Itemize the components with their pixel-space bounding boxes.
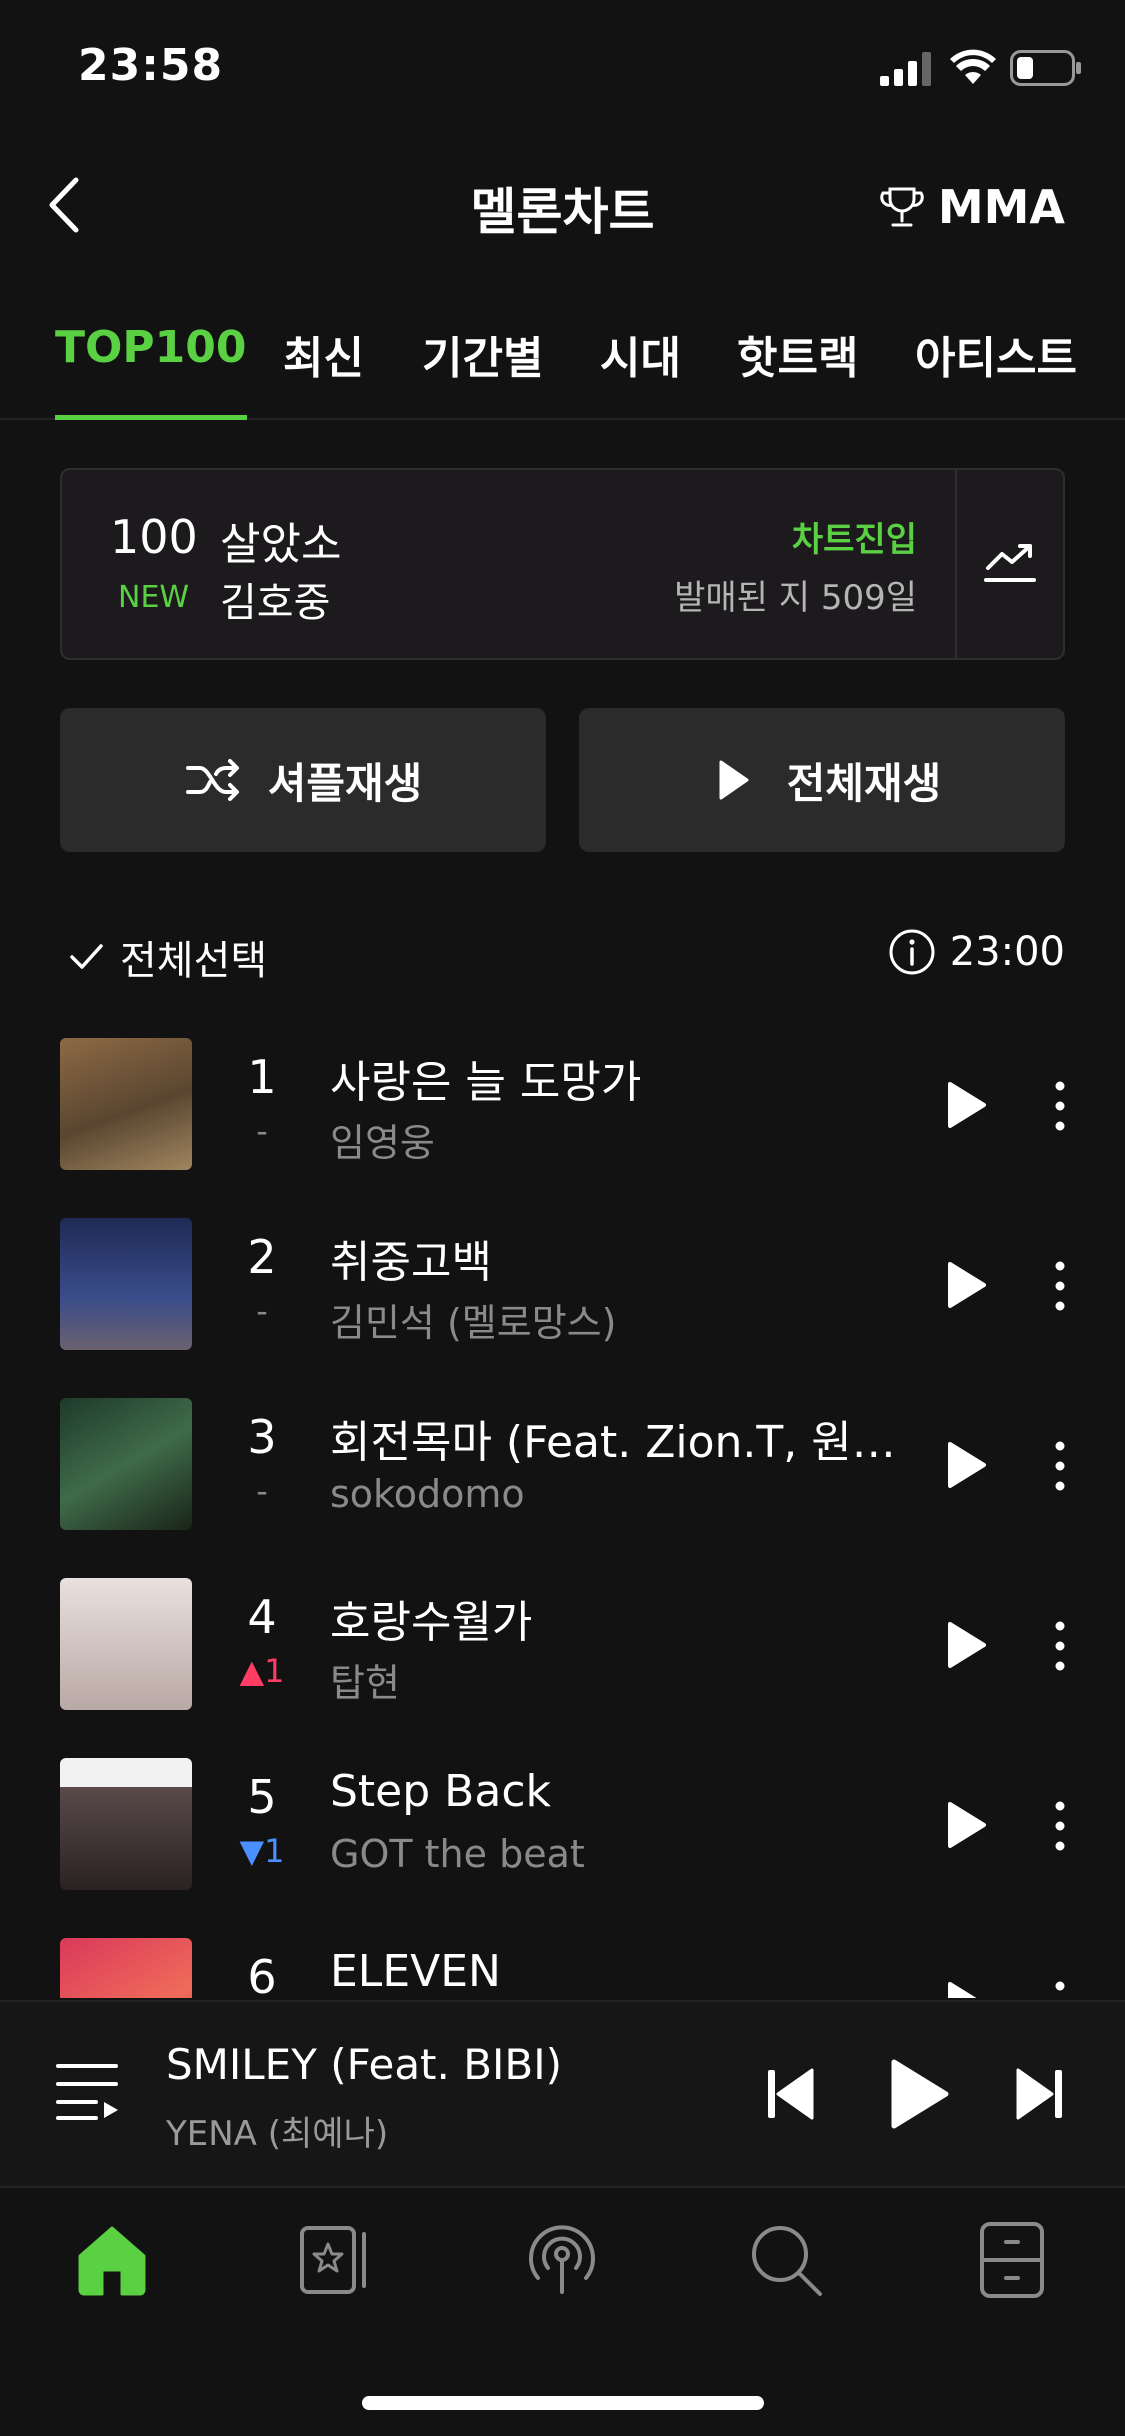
album-cover[interactable] — [60, 1938, 192, 1998]
more-options-icon[interactable] — [1046, 1436, 1074, 1496]
library-icon[interactable] — [972, 2220, 1052, 2300]
rank-number: 6 — [247, 1950, 277, 1998]
new-entry-rank: 100 — [110, 510, 198, 564]
rank-change: - — [256, 1292, 268, 1330]
now-playing-title: SMILEY (Feat. BIBI) — [166, 2040, 563, 2089]
mini-player[interactable]: SMILEY (Feat. BIBI) YENA (최예나) — [0, 2000, 1125, 2188]
song-title[interactable]: 취중고백 — [330, 1226, 900, 1290]
play-icon[interactable] — [944, 1080, 988, 1130]
status-bar: 23:58 — [0, 0, 1125, 135]
rank-number: 1 — [247, 1050, 277, 1104]
my-music-icon[interactable] — [296, 2220, 376, 2300]
album-cover[interactable] — [60, 1578, 192, 1710]
tab-period[interactable]: 기간별 — [422, 322, 543, 420]
chart-tabs: TOP100 최신 기간별 시대 핫트랙 아티스트 — [0, 300, 1125, 420]
album-cover[interactable] — [60, 1038, 192, 1170]
trophy-icon — [880, 187, 924, 227]
song-title[interactable]: 사랑은 늘 도망가 — [330, 1046, 900, 1110]
more-options-icon[interactable] — [1046, 1256, 1074, 1316]
play-icon[interactable] — [944, 1980, 988, 1998]
podcast-icon[interactable] — [522, 2220, 602, 2300]
trend-chart-icon[interactable] — [982, 534, 1038, 590]
now-playing-artist: YENA (최예나) — [166, 2114, 389, 2154]
rank-change: - — [256, 1472, 268, 1510]
play-icon[interactable] — [944, 1440, 988, 1490]
selection-bar: 전체선택 23:00 — [0, 920, 1125, 1000]
select-all-label: 전체선택 — [120, 938, 268, 984]
shuffle-play-button[interactable]: 셔플재생 — [60, 708, 546, 852]
play-icon[interactable] — [944, 1620, 988, 1670]
card-divider — [955, 470, 957, 658]
rank-change: ▼1 — [239, 1832, 285, 1870]
song-title[interactable]: ELEVEN — [330, 1946, 900, 1997]
play-icon[interactable] — [944, 1260, 988, 1310]
mma-label: MMA — [937, 180, 1065, 234]
update-time-label: 23:00 — [949, 929, 1065, 975]
tab-top100[interactable]: TOP100 — [55, 322, 247, 420]
chart-list: 1 - 사랑은 늘 도망가 임영웅 2 - 취중고백 김민석 (멜로망스) 3 - 회전목마 (Fe… — [0, 1036, 1125, 1998]
rank-change: ▲1 — [239, 1652, 285, 1690]
rank-number: 4 — [247, 1590, 277, 1644]
play-pause-icon[interactable] — [888, 2058, 950, 2130]
new-entry-song: 살았소 — [220, 519, 342, 570]
tab-hot-track[interactable]: 핫트랙 — [737, 322, 858, 420]
battery-icon — [1010, 50, 1081, 86]
song-artist[interactable]: GOT the beat — [330, 1832, 585, 1876]
album-cover[interactable] — [60, 1218, 192, 1350]
play-icon — [719, 760, 749, 800]
home-icon[interactable] — [72, 2220, 152, 2300]
shuffle-icon — [185, 759, 239, 801]
tab-artist[interactable]: 아티스트 — [915, 322, 1077, 420]
release-days: 발매된 지 509일 — [674, 578, 917, 618]
chart-row[interactable]: 3 - 회전목마 (Feat. Zion.T, 원슈… sokodomo — [0, 1396, 1125, 1576]
chart-row[interactable]: 5 ▼1 Step Back GOT the beat — [0, 1756, 1125, 1936]
rank-change: - — [256, 1112, 268, 1150]
chart-update-time[interactable]: 23:00 — [888, 928, 1065, 976]
play-all-label: 전체재생 — [786, 758, 942, 808]
info-icon — [889, 929, 935, 975]
rank-number: 2 — [247, 1230, 277, 1284]
wifi-icon — [950, 49, 996, 84]
select-all-button[interactable]: 전체선택 — [66, 928, 267, 986]
play-all-button[interactable]: 전체재생 — [579, 708, 1065, 852]
play-icon[interactable] — [944, 1800, 988, 1850]
bottom-navigation — [0, 2190, 1125, 2436]
more-options-icon[interactable] — [1046, 1076, 1074, 1136]
song-title[interactable]: 회전목마 (Feat. Zion.T, 원슈… — [330, 1406, 900, 1470]
song-title[interactable]: Step Back — [330, 1766, 900, 1817]
mma-button[interactable]: MMA — [880, 180, 1065, 234]
cellular-signal-icon — [880, 52, 931, 86]
previous-track-icon[interactable] — [766, 2066, 816, 2122]
playlist-queue-icon[interactable] — [56, 2062, 122, 2122]
checkmark-icon — [70, 944, 103, 969]
chart-row[interactable]: 6 ELEVEN — [0, 1936, 1125, 1998]
status-time: 23:58 — [78, 40, 224, 91]
new-badge: NEW — [118, 580, 190, 615]
header: 멜론차트 MMA — [0, 150, 1125, 260]
new-entry-artist: 김호중 — [220, 580, 331, 626]
shuffle-label: 셔플재생 — [267, 758, 423, 808]
more-options-icon[interactable] — [1046, 1796, 1074, 1856]
song-artist[interactable]: 탑현 — [330, 1652, 400, 1707]
tab-era[interactable]: 시대 — [600, 322, 681, 420]
chart-row[interactable]: 1 - 사랑은 늘 도망가 임영웅 — [0, 1036, 1125, 1216]
song-title[interactable]: 호랑수월가 — [330, 1586, 900, 1650]
more-options-icon[interactable] — [1046, 1976, 1074, 1998]
new-entry-card[interactable]: 100 NEW 살았소 김호중 차트진입 발매된 지 509일 — [60, 468, 1065, 660]
chart-row[interactable]: 4 ▲1 호랑수월가 탑현 — [0, 1576, 1125, 1756]
tab-latest[interactable]: 최신 — [283, 322, 364, 420]
more-options-icon[interactable] — [1046, 1616, 1074, 1676]
search-icon[interactable] — [746, 2220, 826, 2300]
album-cover[interactable] — [60, 1758, 192, 1890]
song-artist[interactable]: sokodomo — [330, 1472, 525, 1516]
album-cover[interactable] — [60, 1398, 192, 1530]
song-artist[interactable]: 임영웅 — [330, 1112, 435, 1167]
home-indicator — [362, 2396, 764, 2410]
chart-entry-label: 차트진입 — [791, 520, 917, 560]
next-track-icon[interactable] — [1014, 2066, 1064, 2122]
rank-number: 5 — [247, 1770, 277, 1824]
chart-row[interactable]: 2 - 취중고백 김민석 (멜로망스) — [0, 1216, 1125, 1396]
rank-number: 3 — [247, 1410, 277, 1464]
song-artist[interactable]: 김민석 (멜로망스) — [330, 1292, 616, 1347]
